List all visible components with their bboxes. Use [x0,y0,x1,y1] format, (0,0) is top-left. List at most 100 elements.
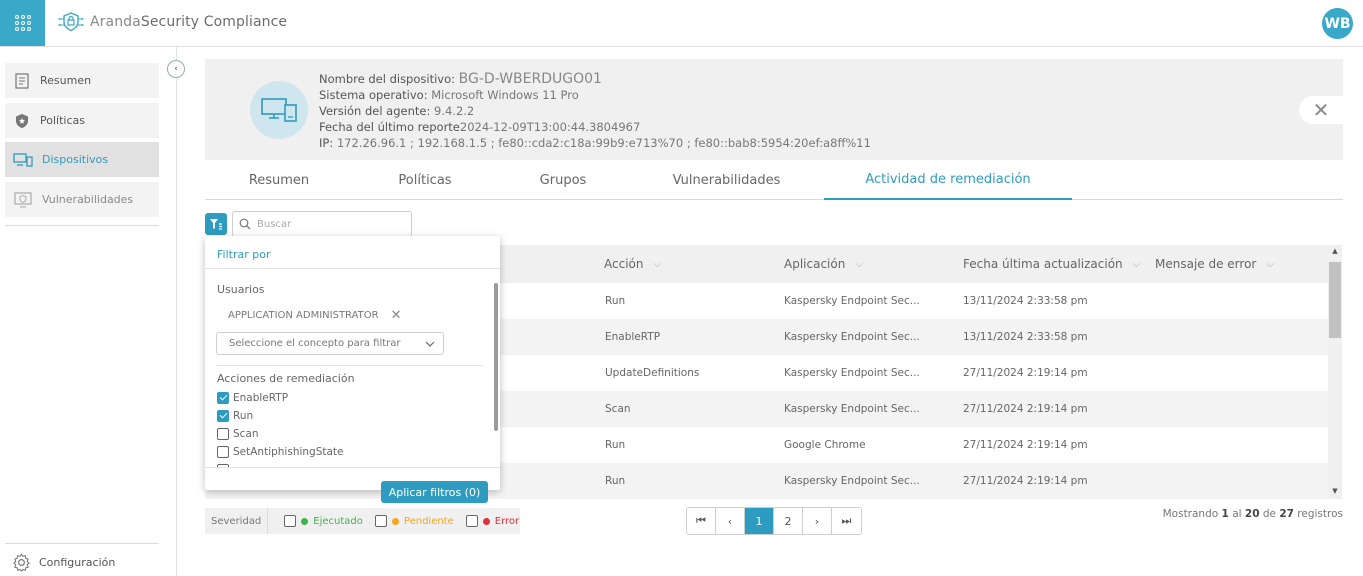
status-dot-orange [391,517,399,525]
filter-popup-title: Filtrar por [217,248,271,261]
cell-accion: UpdateDefinitions [605,367,700,379]
page-button-1[interactable]: 1 [745,508,774,534]
sidebar-bottom-divider [5,543,159,544]
tab-actividad-remediacion[interactable]: Actividad de remediación [824,161,1072,200]
sidebar-item-vulnerabilidades[interactable]: Vulnerabilidades [5,182,159,217]
checkbox-enablertp[interactable]: EnableRTP [217,392,288,404]
table-scrollbar[interactable]: ▲ ▼ [1328,245,1342,499]
app-logo: ArandaSecurity Compliance [58,11,287,33]
cell-fecha: 27/11/2024 2:19:14 pm [963,475,1088,487]
chevron-left-icon: ‹ [727,514,733,528]
device-name-label: Nombre del dispositivo: [319,72,456,86]
search-input[interactable] [257,218,397,230]
concept-select[interactable]: Seleccione el concepto para filtrar [216,332,444,355]
user-avatar[interactable]: WB [1322,8,1353,39]
severity-label: Ejecutado [313,515,363,527]
tab-resumen[interactable]: Resumen [205,161,353,199]
cell-accion: Run [605,475,626,487]
tab-politicas[interactable]: Políticas [353,161,497,199]
search-box [232,211,412,237]
checkbox-scan[interactable]: Scan [217,428,259,440]
column-mensaje-error[interactable]: Mensaje de error ⌵ [1155,245,1274,283]
scroll-up-icon[interactable]: ▲ [1330,247,1340,257]
filter-popup-body: Usuarios APPLICATION ADMINISTRATOR ✕ Sel… [205,269,500,467]
scroll-thumb[interactable] [1329,262,1341,338]
popup-scrollbar[interactable] [494,283,498,431]
device-ip-row: IP: 172.26.96.1 ; 192.168.1.5 ; fe80::cd… [319,135,871,151]
checkbox-unchecked[interactable] [217,446,229,458]
severity-ejecutado[interactable]: Ejecutado [284,515,363,527]
device-avatar [250,81,308,139]
cell-accion: EnableRTP [605,331,661,343]
checkbox-unchecked[interactable] [374,515,387,527]
sidebar-item-configuracion[interactable]: Configuración [12,553,115,572]
tab-grupos[interactable]: Grupos [497,161,629,199]
column-fecha[interactable]: Fecha última actualización ⌵ [963,245,1140,283]
logo-prefix: Aranda [90,14,141,30]
device-agent-label: Versión del agente: [319,104,431,118]
severity-label: Error [494,515,520,527]
checkbox-run[interactable]: Run [217,410,253,422]
apply-filters-button[interactable]: Aplicar filtros (0) [381,481,488,503]
sidebar-item-resumen[interactable]: Resumen [5,63,159,98]
filter-button[interactable] [205,213,227,235]
chevron-down-icon: ⌵ [653,258,662,270]
concept-select-value: Seleccione el concepto para filtrar [229,338,401,349]
column-accion[interactable]: Acción ⌵ [604,245,661,283]
showing-total: 27 [1279,508,1294,520]
checkbox-unchecked[interactable] [217,428,229,440]
checkbox-label: Scan [233,428,259,440]
cell-aplicacion: Kaspersky Endpoint Sec... [784,367,920,379]
last-page-button[interactable]: ⏭ [832,508,861,534]
chevron-down-icon: ⌵ [855,258,863,270]
severity-error[interactable]: Error [465,515,520,527]
shield-star-icon [16,113,28,128]
sidebar-item-politicas[interactable]: Políticas [5,103,159,138]
users-section-label: Usuarios [217,283,265,296]
checkbox-checked[interactable] [217,392,229,404]
next-page-button[interactable]: › [803,508,832,534]
apps-grid-icon [14,15,31,31]
status-dot-green [301,517,309,525]
remove-chip-icon[interactable]: ✕ [391,308,402,323]
search-icon [239,218,251,230]
device-agent-row: Versión del agente: 9.4.2.2 [319,103,871,119]
apps-menu-button[interactable] [0,0,45,46]
page-button-2[interactable]: 2 [774,508,803,534]
logo-name: Security Compliance [140,14,288,30]
sidebar-item-label: Vulnerabilidades [42,193,134,206]
device-ip-label: IP: [319,136,334,150]
sidebar-collapse-button[interactable]: ‹ [167,60,185,78]
scroll-down-icon[interactable]: ▼ [1330,487,1340,497]
cell-aplicacion: Kaspersky Endpoint Sec... [784,331,920,343]
user-chip-label: APPLICATION ADMINISTRATOR [228,310,379,321]
severity-pendiente[interactable]: Pendiente [374,515,454,527]
column-label: Aplicación [784,257,846,271]
device-info-panel: Nombre del dispositivo: BG-D-WBERDUGO01 … [205,59,1343,160]
chevron-right-icon: › [814,514,820,528]
cell-fecha: 13/11/2024 2:33:58 pm [963,295,1088,307]
filter-popup: Filtrar por Usuarios APPLICATION ADMINIS… [205,236,500,490]
checkbox-checked[interactable] [217,410,229,422]
checkbox-unchecked[interactable] [284,515,297,527]
checkbox-label: Run [233,410,254,422]
first-page-button[interactable]: ⏮ [687,508,716,534]
cell-aplicacion: Kaspersky Endpoint Sec... [784,403,920,415]
prev-page-button[interactable]: ‹ [716,508,745,534]
checkbox-unchecked[interactable] [465,515,478,527]
severity-title: Severidad [205,508,269,534]
device-os-value: Microsoft Windows 11 Pro [431,88,579,102]
user-filter-chip: APPLICATION ADMINISTRATOR ✕ [228,308,402,323]
device-tabs: Resumen Políticas Grupos Vulnerabilidade… [205,161,1343,200]
chevron-left-icon: ‹ [174,64,178,74]
showing-suffix: registros [1297,508,1343,520]
column-aplicacion[interactable]: Aplicación ⌵ [784,245,863,283]
config-label: Configuración [39,556,116,569]
checkbox-label: SetAntiphishingState [233,446,344,458]
sidebar-item-dispositivos[interactable]: Dispositivos [5,142,159,177]
showing-of: de [1262,508,1276,520]
close-device-button[interactable]: ✕ [1299,96,1343,124]
pagination: ⏮ ‹ 1 2 › ⏭ [686,507,862,535]
checkbox-setantiphishingstate[interactable]: SetAntiphishingState [217,446,344,458]
tab-vulnerabilidades[interactable]: Vulnerabilidades [629,161,824,199]
